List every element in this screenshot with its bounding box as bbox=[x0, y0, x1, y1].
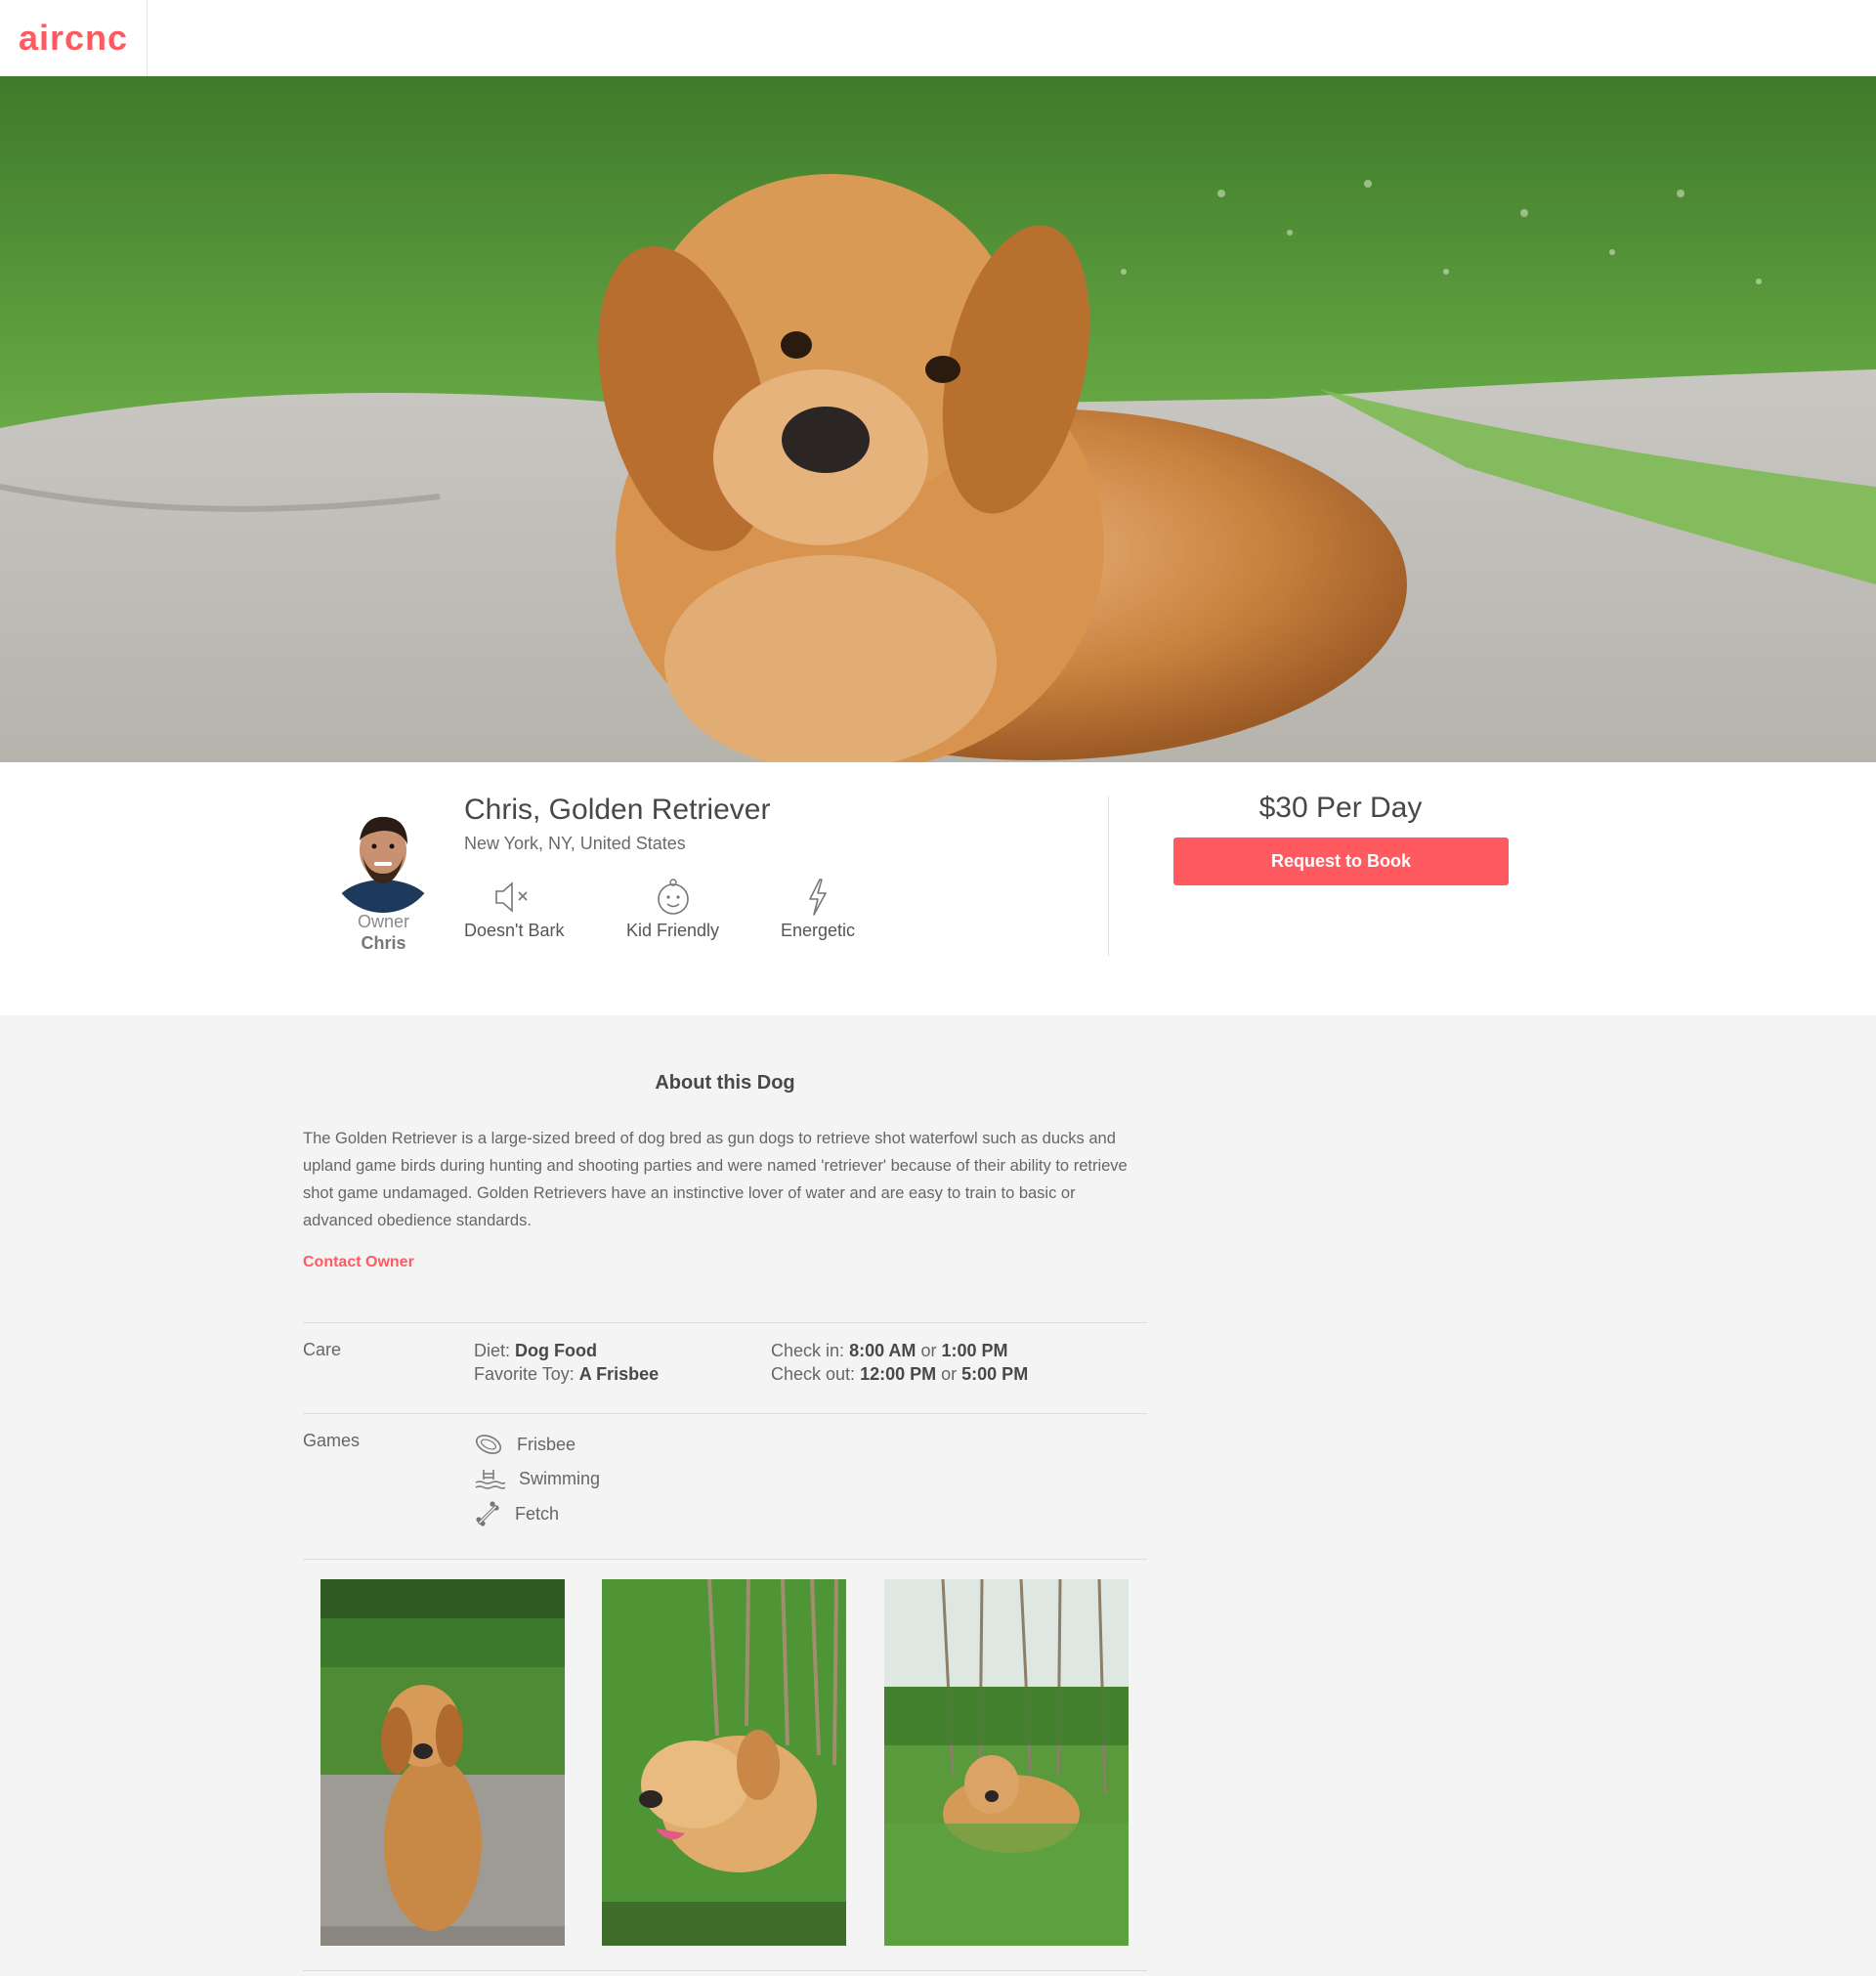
game-label: Fetch bbox=[515, 1503, 560, 1524]
toy-key: Favorite Toy: bbox=[474, 1364, 575, 1384]
gallery-photo-3[interactable] bbox=[884, 1579, 1129, 1946]
divider bbox=[303, 1970, 1147, 1971]
checkin-time-a: 8:00 AM bbox=[849, 1341, 917, 1360]
price-label: $30 Per Day bbox=[1258, 792, 1423, 824]
checkout-time-b: 5:00 PM bbox=[961, 1364, 1029, 1384]
info-divider bbox=[1108, 796, 1109, 956]
top-nav: aircnc bbox=[0, 0, 1876, 77]
trait-label: Energetic bbox=[781, 921, 856, 940]
checkin-or: or bbox=[920, 1341, 937, 1360]
trait-doesnt-bark: Doesn't Bark bbox=[464, 878, 564, 941]
trait-energetic: Energetic bbox=[781, 878, 855, 941]
divider bbox=[303, 1559, 1147, 1560]
gallery-photo-1[interactable] bbox=[320, 1579, 565, 1946]
about-description: The Golden Retriever is a large-sized br… bbox=[303, 1130, 1128, 1229]
trait-label: Doesn't Bark bbox=[464, 921, 565, 940]
listing-info bbox=[0, 762, 1876, 1015]
lightning-icon bbox=[781, 878, 855, 917]
checkin-key: Check in: bbox=[771, 1341, 845, 1360]
checkout-or: or bbox=[941, 1364, 958, 1384]
owner-name[interactable]: Chris bbox=[313, 933, 454, 954]
care-diet-toy: Diet: Dog Food Favorite Toy: A Frisbee bbox=[474, 1339, 659, 1386]
game-item-fetch: Fetch bbox=[474, 1501, 559, 1526]
care-check-times: Check in: 8:00 AM or 1:00 PM Check out: … bbox=[771, 1339, 1028, 1386]
hero-photo bbox=[0, 76, 1876, 762]
care-label: Care bbox=[303, 1340, 342, 1359]
listing-title: Chris, Golden Retriever bbox=[464, 794, 771, 826]
swimming-icon bbox=[475, 1470, 505, 1489]
game-label: Swimming bbox=[519, 1468, 601, 1488]
about-title: About this Dog bbox=[655, 1072, 795, 1094]
divider bbox=[303, 1322, 1147, 1323]
logo: aircnc bbox=[18, 18, 129, 58]
gallery-photo-2[interactable] bbox=[602, 1579, 846, 1946]
owner-label: Owner bbox=[357, 912, 409, 931]
listing-location: New York, NY, United States bbox=[464, 834, 686, 853]
divider bbox=[303, 1413, 1147, 1414]
games-label: Games bbox=[303, 1431, 361, 1450]
frisbee-icon bbox=[475, 1435, 502, 1454]
muted-speaker-icon bbox=[464, 878, 564, 917]
game-label: Frisbee bbox=[517, 1434, 576, 1454]
contact-owner-link[interactable]: Contact Owner bbox=[303, 1254, 414, 1271]
trait-kid-friendly: Kid Friendly bbox=[626, 878, 719, 941]
game-item-frisbee: Frisbee bbox=[474, 1432, 576, 1457]
game-item-swimming: Swimming bbox=[474, 1466, 600, 1491]
bone-icon bbox=[476, 1501, 499, 1526]
checkout-key: Check out: bbox=[771, 1364, 856, 1384]
diet-value: Dog Food bbox=[515, 1341, 598, 1360]
toy-value: A Frisbee bbox=[578, 1364, 660, 1384]
owner-avatar[interactable] bbox=[329, 805, 437, 913]
baby-face-icon bbox=[626, 878, 719, 917]
checkin-time-b: 1:00 PM bbox=[941, 1341, 1008, 1360]
request-to-book-button[interactable]: Request to Book bbox=[1173, 838, 1509, 885]
trait-label: Kid Friendly bbox=[626, 921, 720, 940]
logo-link[interactable]: aircnc bbox=[0, 0, 148, 76]
diet-key: Diet: bbox=[474, 1341, 511, 1360]
checkout-time-a: 12:00 PM bbox=[860, 1364, 937, 1384]
